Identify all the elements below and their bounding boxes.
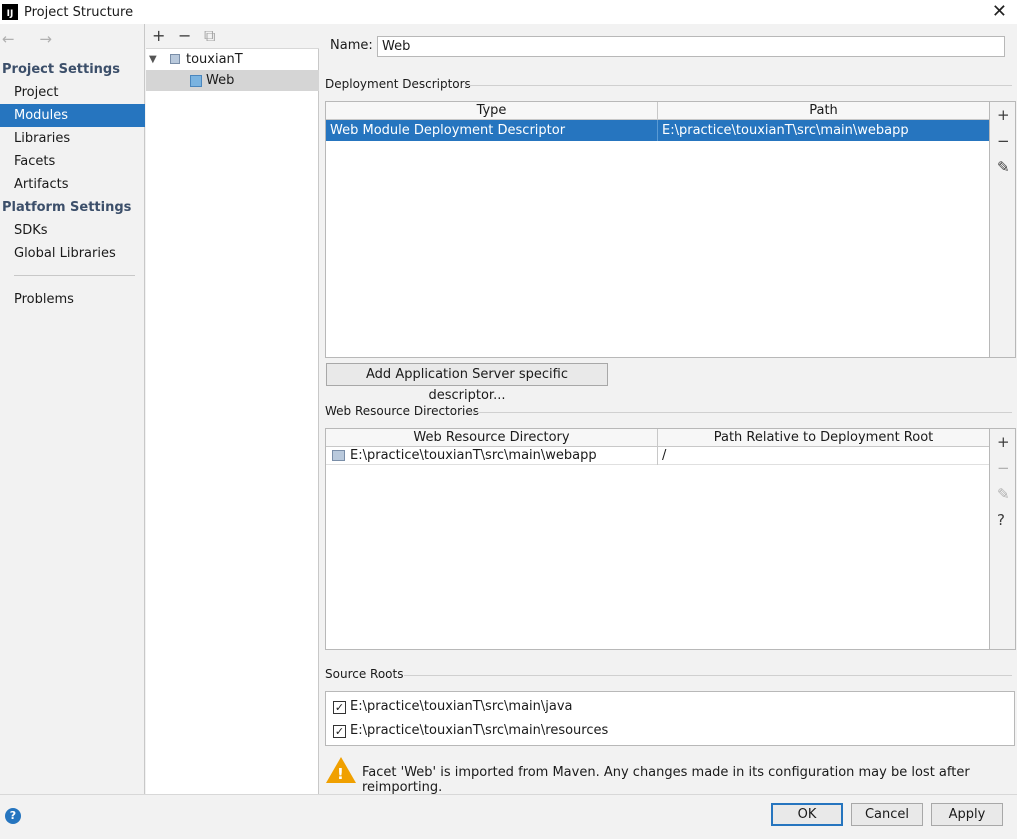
source-root-path: E:\practice\touxianT\src\main\java [350, 699, 573, 714]
add-icon[interactable]: + [997, 433, 1010, 451]
settings-sidebar: ← → Project Settings Project Modules Lib… [0, 24, 145, 794]
window-title: Project Structure [24, 4, 134, 20]
add-server-descriptor-button[interactable]: Add Application Server specific descript… [326, 363, 608, 403]
resource-side-toolbar: + − ✎ ? [990, 428, 1016, 650]
close-icon[interactable]: ✕ [992, 1, 1007, 22]
sidebar-item-facets[interactable]: Facets [0, 150, 145, 173]
source-root-checkbox[interactable]: ✓ [333, 701, 346, 714]
edit-icon[interactable]: ✎ [997, 158, 1010, 176]
web-resource-directories-title: Web Resource Directories [325, 404, 479, 418]
web-facet-settings: Name: Web Deployment Descriptors Type Pa… [320, 24, 1017, 795]
remove-icon[interactable]: − [178, 26, 191, 45]
copy-icon[interactable]: ⧉ [204, 26, 215, 46]
warning-exclamation: ! [337, 765, 344, 783]
source-roots-title: Source Roots [325, 667, 404, 681]
tree-item-label: touxianT [186, 52, 243, 67]
sidebar-item-libraries[interactable]: Libraries [0, 127, 145, 150]
group-divider [469, 412, 1012, 413]
table-row[interactable]: E:\practice\touxianT\src\main\webapp / [326, 447, 989, 465]
cancel-button[interactable]: Cancel [851, 803, 923, 826]
column-header-relative-path[interactable]: Path Relative to Deployment Root [658, 429, 989, 447]
edit-icon[interactable]: ✎ [997, 485, 1010, 503]
maven-warning-text: Facet 'Web' is imported from Maven. Any … [362, 765, 970, 795]
column-header-web-resource-directory[interactable]: Web Resource Directory [326, 429, 658, 447]
deployment-descriptors-title: Deployment Descriptors [325, 77, 471, 91]
dialog-footer: ? OK Cancel Apply [0, 794, 1017, 839]
descriptor-path-cell: E:\practice\touxianT\src\main\webapp [662, 123, 909, 138]
remove-icon[interactable]: − [997, 132, 1010, 150]
web-folder-icon [332, 450, 345, 461]
tree-item-web[interactable]: Web [146, 70, 319, 91]
module-tree-panel: + − ⧉ ▼ touxianT Web [146, 24, 319, 794]
module-folder-icon [170, 54, 180, 64]
add-icon[interactable]: + [152, 26, 165, 45]
name-label: Name: [330, 38, 373, 53]
web-facet-icon [190, 75, 202, 87]
tree-item-label: Web [206, 73, 235, 88]
column-header-path[interactable]: Path [658, 102, 989, 120]
sidebar-divider [14, 275, 135, 276]
tree-item-touxiant[interactable]: ▼ touxianT [146, 49, 319, 70]
deployment-descriptors-table: Type Path Web Module Deployment Descript… [325, 101, 990, 358]
title-bar: IJ Project Structure ✕ [0, 0, 1017, 24]
name-field[interactable]: Web [377, 36, 1005, 57]
sidebar-item-sdks[interactable]: SDKs [0, 219, 145, 242]
relative-path-cell: / [662, 448, 667, 463]
add-icon[interactable]: + [997, 106, 1010, 124]
back-forward-icons[interactable]: ← → [2, 30, 62, 48]
ok-button[interactable]: OK [771, 803, 843, 826]
platform-settings-header: Platform Settings [2, 200, 132, 215]
group-divider [404, 675, 1012, 676]
source-root-checkbox[interactable]: ✓ [333, 725, 346, 738]
remove-icon[interactable]: − [997, 459, 1010, 477]
web-resource-directories-table: Web Resource Directory Path Relative to … [325, 428, 990, 650]
group-divider [465, 85, 1012, 86]
tree-toolbar: + − ⧉ [146, 24, 319, 49]
table-row[interactable]: Web Module Deployment Descriptor E:\prac… [326, 120, 989, 141]
column-header-type[interactable]: Type [326, 102, 658, 120]
intellij-app-icon: IJ [2, 4, 18, 20]
help-icon[interactable]: ? [5, 808, 21, 824]
sidebar-item-project[interactable]: Project [0, 81, 145, 104]
source-roots-list: ✓ E:\practice\touxianT\src\main\java ✓ E… [325, 691, 1015, 746]
sidebar-item-global-libraries[interactable]: Global Libraries [0, 242, 145, 265]
descriptor-type-cell: Web Module Deployment Descriptor [326, 120, 658, 141]
sidebar-item-modules[interactable]: Modules [0, 104, 145, 127]
chevron-down-icon[interactable]: ▼ [149, 49, 157, 70]
resource-directory-cell: E:\practice\touxianT\src\main\webapp [346, 447, 658, 465]
help-icon[interactable]: ? [997, 511, 1005, 529]
descriptor-side-toolbar: + − ✎ [990, 101, 1016, 358]
project-settings-header: Project Settings [2, 62, 120, 77]
apply-button[interactable]: Apply [931, 803, 1003, 826]
project-structure-window: IJ Project Structure ✕ ← → Project Setti… [0, 0, 1017, 839]
source-root-path: E:\practice\touxianT\src\main\resources [350, 723, 609, 738]
sidebar-item-artifacts[interactable]: Artifacts [0, 173, 145, 196]
sidebar-item-problems[interactable]: Problems [0, 288, 145, 311]
